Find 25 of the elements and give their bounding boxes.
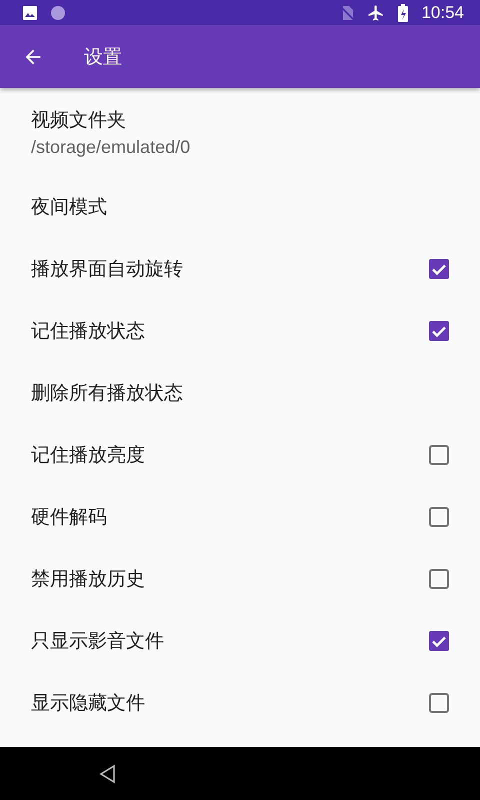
setting-summary: /storage/emulated/0 [31, 136, 190, 158]
checkbox[interactable] [428, 506, 450, 528]
checkbox[interactable] [428, 320, 450, 342]
setting-title[interactable]: 删除所有播放状态 [31, 380, 450, 406]
checkbox[interactable] [428, 630, 450, 652]
setting-title: 记住播放状态 [31, 319, 146, 344]
checkbox[interactable] [428, 444, 450, 466]
setting-title: 只显示影音文件 [31, 629, 165, 654]
setting-title: 显示隐藏文件 [31, 691, 146, 716]
setting-title: 播放界面自动旋转 [31, 257, 184, 282]
checkbox[interactable] [428, 692, 450, 714]
setting-title: 视频文件夹 [31, 108, 126, 132]
app-bar-title: 设置 [84, 44, 122, 70]
back-icon[interactable] [98, 764, 118, 784]
battery-icon [397, 4, 410, 22]
status-time: 10:54 [421, 2, 464, 22]
circle-icon [50, 4, 66, 20]
setting-title: 禁用播放历史 [31, 567, 146, 592]
airplane-icon [367, 4, 386, 22]
image-icon [22, 4, 38, 20]
setting-title: 记住播放亮度 [31, 443, 146, 468]
checkbox[interactable] [428, 568, 450, 590]
setting-title: 硬件解码 [31, 505, 108, 530]
setting-title[interactable]: 夜间模式 [31, 194, 450, 220]
checkbox[interactable] [428, 258, 450, 280]
